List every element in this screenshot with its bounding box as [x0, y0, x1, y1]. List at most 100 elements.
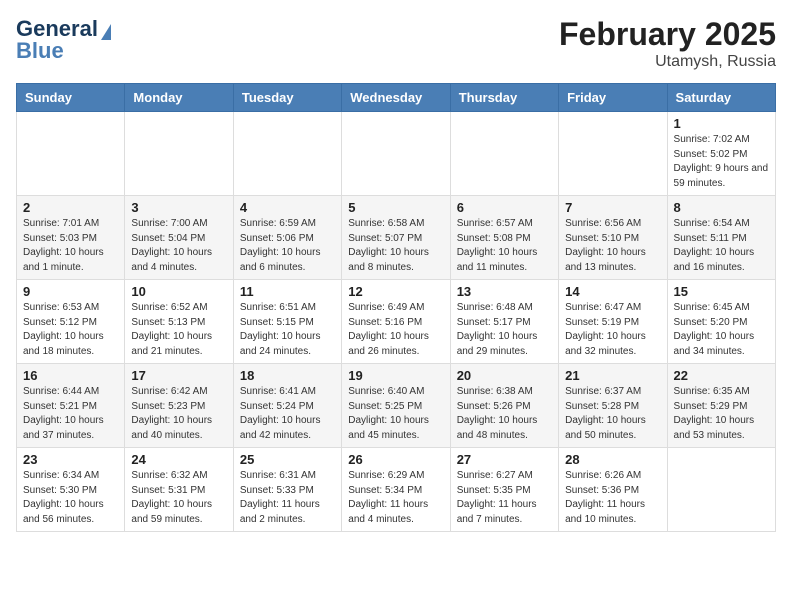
day-number: 4 [240, 200, 335, 215]
weekday-header: Tuesday [233, 84, 341, 112]
day-number: 15 [674, 284, 769, 299]
title-block: February 2025 Utamysh, Russia [559, 16, 776, 71]
calendar-cell [559, 112, 667, 196]
calendar-cell [450, 112, 558, 196]
day-number: 24 [131, 452, 226, 467]
day-number: 18 [240, 368, 335, 383]
weekday-header: Monday [125, 84, 233, 112]
calendar-cell: 12Sunrise: 6:49 AM Sunset: 5:16 PM Dayli… [342, 280, 450, 364]
day-info: Sunrise: 6:47 AM Sunset: 5:19 PM Dayligh… [565, 301, 660, 359]
calendar-cell [17, 112, 125, 196]
day-number: 8 [674, 200, 769, 215]
calendar-week-row: 2 Sunrise: 7:01 AM Sunset: 5:03 PM Daylig… [17, 196, 776, 280]
day-info: Sunrise: 6:45 AM Sunset: 5:20 PM Dayligh… [674, 301, 769, 359]
logo-blue: Blue [16, 38, 64, 64]
day-number: 22 [674, 368, 769, 383]
day-number: 1 [674, 116, 769, 131]
calendar-cell: 26 Sunrise: 6:29 AM Sunset: 5:34 PM Dayli… [342, 448, 450, 532]
calendar-cell: 23Sunrise: 6:34 AM Sunset: 5:30 PM Dayli… [17, 448, 125, 532]
day-number: 26 [348, 452, 443, 467]
day-number: 7 [565, 200, 660, 215]
calendar-cell: 22 Sunrise: 6:35 AM Sunset: 5:29 PM Dayli… [667, 364, 775, 448]
calendar-cell: 5 Sunrise: 6:58 AM Sunset: 5:07 PM Daylig… [342, 196, 450, 280]
day-number: 16 [23, 368, 118, 383]
day-info: Sunrise: 6:51 AM Sunset: 5:15 PM Dayligh… [240, 301, 335, 359]
day-info: Sunrise: 6:32 AM Sunset: 5:31 PM Dayligh… [131, 469, 226, 527]
calendar-cell [667, 448, 775, 532]
calendar-cell: 3Sunrise: 7:00 AM Sunset: 5:04 PM Daylig… [125, 196, 233, 280]
day-number: 23 [23, 452, 118, 467]
day-info: Sunrise: 6:42 AM Sunset: 5:23 PM Dayligh… [131, 385, 226, 443]
day-info: Sunrise: 7:01 AM Sunset: 5:03 PM Dayligh… [23, 217, 118, 275]
calendar-cell: 21 Sunrise: 6:37 AM Sunset: 5:28 PM Dayli… [559, 364, 667, 448]
day-number: 13 [457, 284, 552, 299]
calendar-cell: 16 Sunrise: 6:44 AM Sunset: 5:21 PM Dayli… [17, 364, 125, 448]
weekday-header: Friday [559, 84, 667, 112]
day-info: Sunrise: 6:35 AM Sunset: 5:29 PM Dayligh… [674, 385, 769, 443]
calendar-cell: 25 Sunrise: 6:31 AM Sunset: 5:33 PM Dayli… [233, 448, 341, 532]
calendar-cell: 6 Sunrise: 6:57 AM Sunset: 5:08 PM Daylig… [450, 196, 558, 280]
calendar-week-row: 16 Sunrise: 6:44 AM Sunset: 5:21 PM Dayli… [17, 364, 776, 448]
day-info: Sunrise: 7:02 AM Sunset: 5:02 PM Dayligh… [674, 133, 769, 191]
calendar-cell: 9 Sunrise: 6:53 AM Sunset: 5:12 PM Daylig… [17, 280, 125, 364]
calendar-cell: 7 Sunrise: 6:56 AM Sunset: 5:10 PM Daylig… [559, 196, 667, 280]
calendar-cell: 10Sunrise: 6:52 AM Sunset: 5:13 PM Dayli… [125, 280, 233, 364]
weekday-header: Wednesday [342, 84, 450, 112]
day-number: 14 [565, 284, 660, 299]
calendar-week-row: 1 Sunrise: 7:02 AM Sunset: 5:02 PM Daylig… [17, 112, 776, 196]
calendar-cell: 2 Sunrise: 7:01 AM Sunset: 5:03 PM Daylig… [17, 196, 125, 280]
calendar-cell [125, 112, 233, 196]
calendar-cell: 15 Sunrise: 6:45 AM Sunset: 5:20 PM Dayli… [667, 280, 775, 364]
day-info: Sunrise: 6:49 AM Sunset: 5:16 PM Dayligh… [348, 301, 443, 359]
calendar-cell: 14 Sunrise: 6:47 AM Sunset: 5:19 PM Dayli… [559, 280, 667, 364]
day-info: Sunrise: 6:41 AM Sunset: 5:24 PM Dayligh… [240, 385, 335, 443]
calendar-cell: 11 Sunrise: 6:51 AM Sunset: 5:15 PM Dayli… [233, 280, 341, 364]
calendar-subtitle: Utamysh, Russia [559, 53, 776, 71]
day-number: 27 [457, 452, 552, 467]
day-number: 19 [348, 368, 443, 383]
day-info: Sunrise: 6:57 AM Sunset: 5:08 PM Dayligh… [457, 217, 552, 275]
day-number: 6 [457, 200, 552, 215]
day-number: 9 [23, 284, 118, 299]
day-info: Sunrise: 6:52 AM Sunset: 5:13 PM Dayligh… [131, 301, 226, 359]
day-info: Sunrise: 6:56 AM Sunset: 5:10 PM Dayligh… [565, 217, 660, 275]
calendar-cell: 20 Sunrise: 6:38 AM Sunset: 5:26 PM Dayli… [450, 364, 558, 448]
calendar-cell [233, 112, 341, 196]
day-info: Sunrise: 6:26 AM Sunset: 5:36 PM Dayligh… [565, 469, 660, 527]
logo: General Blue [16, 16, 111, 64]
day-number: 20 [457, 368, 552, 383]
calendar-week-row: 9 Sunrise: 6:53 AM Sunset: 5:12 PM Daylig… [17, 280, 776, 364]
day-info: Sunrise: 6:54 AM Sunset: 5:11 PM Dayligh… [674, 217, 769, 275]
day-info: Sunrise: 6:27 AM Sunset: 5:35 PM Dayligh… [457, 469, 552, 527]
weekday-header: Saturday [667, 84, 775, 112]
calendar-cell: 18 Sunrise: 6:41 AM Sunset: 5:24 PM Dayli… [233, 364, 341, 448]
calendar-cell: 19 Sunrise: 6:40 AM Sunset: 5:25 PM Dayli… [342, 364, 450, 448]
day-info: Sunrise: 6:29 AM Sunset: 5:34 PM Dayligh… [348, 469, 443, 527]
day-number: 5 [348, 200, 443, 215]
weekday-header: Thursday [450, 84, 558, 112]
day-info: Sunrise: 6:59 AM Sunset: 5:06 PM Dayligh… [240, 217, 335, 275]
logo-triangle-icon [101, 24, 111, 40]
day-info: Sunrise: 6:48 AM Sunset: 5:17 PM Dayligh… [457, 301, 552, 359]
day-info: Sunrise: 6:31 AM Sunset: 5:33 PM Dayligh… [240, 469, 335, 527]
day-info: Sunrise: 6:40 AM Sunset: 5:25 PM Dayligh… [348, 385, 443, 443]
page-header: General Blue February 2025 Utamysh, Russ… [16, 16, 776, 71]
day-info: Sunrise: 6:58 AM Sunset: 5:07 PM Dayligh… [348, 217, 443, 275]
calendar-table: SundayMondayTuesdayWednesdayThursdayFrid… [16, 83, 776, 532]
day-info: Sunrise: 6:38 AM Sunset: 5:26 PM Dayligh… [457, 385, 552, 443]
day-number: 2 [23, 200, 118, 215]
calendar-cell: 17Sunrise: 6:42 AM Sunset: 5:23 PM Dayli… [125, 364, 233, 448]
day-number: 25 [240, 452, 335, 467]
day-number: 21 [565, 368, 660, 383]
calendar-cell: 13 Sunrise: 6:48 AM Sunset: 5:17 PM Dayli… [450, 280, 558, 364]
calendar-title: February 2025 [559, 16, 776, 53]
day-info: Sunrise: 6:44 AM Sunset: 5:21 PM Dayligh… [23, 385, 118, 443]
day-number: 11 [240, 284, 335, 299]
calendar-cell [342, 112, 450, 196]
day-info: Sunrise: 6:37 AM Sunset: 5:28 PM Dayligh… [565, 385, 660, 443]
calendar-cell: 4 Sunrise: 6:59 AM Sunset: 5:06 PM Daylig… [233, 196, 341, 280]
day-info: Sunrise: 6:53 AM Sunset: 5:12 PM Dayligh… [23, 301, 118, 359]
calendar-cell: 8 Sunrise: 6:54 AM Sunset: 5:11 PM Daylig… [667, 196, 775, 280]
weekday-header: Sunday [17, 84, 125, 112]
calendar-cell: 1 Sunrise: 7:02 AM Sunset: 5:02 PM Daylig… [667, 112, 775, 196]
